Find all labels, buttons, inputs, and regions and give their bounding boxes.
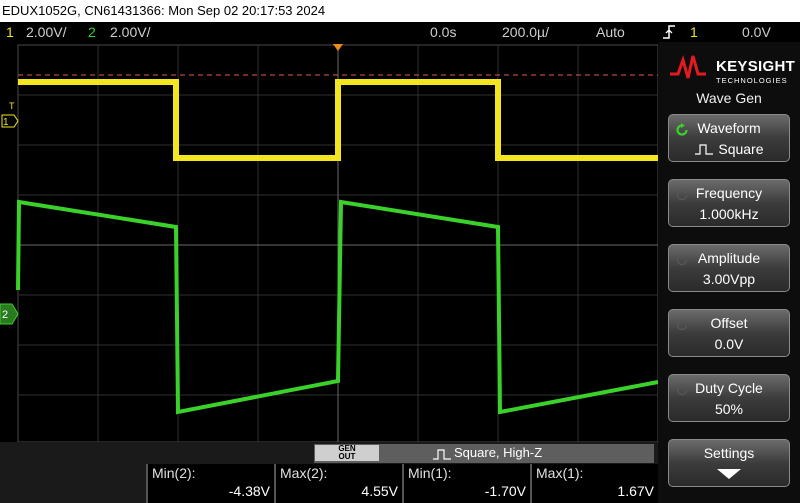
softkey-duty-cycle[interactable]: Duty Cycle 50% [668, 374, 790, 422]
softkey-label: Duty Cycle [695, 380, 763, 396]
softkey-label: Amplitude [697, 250, 761, 266]
down-arrow-icon [717, 469, 741, 479]
softkey-offset[interactable]: Offset 0.0V [668, 309, 790, 357]
softkey-value [669, 466, 789, 485]
square-wave-icon [695, 144, 714, 155]
ch2-scale[interactable]: 2.00V/ [110, 22, 150, 42]
softkey-value: 50% [714, 401, 744, 417]
measurement-label: Max(2): [280, 465, 328, 481]
gen-out-badge[interactable]: GEN OUT [315, 445, 379, 461]
time-offset[interactable]: 0.0s [430, 22, 456, 42]
softkey-label: Frequency [695, 185, 763, 201]
wavegen-status-bar: GEN OUT Square, High-Z [314, 444, 654, 463]
brand-name: KEYSIGHT [716, 58, 796, 75]
softkey-value: 0.0V [714, 336, 744, 352]
trigger-source[interactable]: 1 [690, 22, 698, 42]
measurement-max-ch2[interactable]: Max(2): 4.55V [274, 464, 402, 503]
svg-text:1: 1 [3, 117, 9, 128]
svg-text:2: 2 [2, 309, 8, 321]
trigger-level[interactable]: 0.0V [742, 22, 771, 42]
wavegen-summary: Square, High-Z [454, 445, 543, 460]
measurement-value: 1.67V [617, 483, 654, 499]
trigger-position-marker [333, 44, 343, 51]
ch2-number[interactable]: 2 [88, 22, 96, 42]
brand-sub: TECHNOLOGIES [716, 76, 788, 85]
softkey-amplitude[interactable]: Amplitude 3.00Vpp [668, 244, 790, 292]
measurement-max-ch1[interactable]: Max(1): 1.67V [530, 464, 658, 503]
time-scale[interactable]: 200.0µ/ [502, 22, 549, 42]
softkey-frequency[interactable]: Frequency 1.000kHz [668, 179, 790, 227]
trigger-mode[interactable]: Auto [596, 22, 625, 42]
keysight-wave-icon [670, 55, 706, 79]
ch1-scale[interactable]: 2.00V/ [26, 22, 66, 42]
rising-edge-icon [662, 24, 676, 40]
measurement-label: Max(1): [536, 465, 584, 481]
softkey-waveform[interactable]: Waveform Square [668, 114, 790, 162]
trigger-marker-left: T 1 [1, 101, 19, 128]
ch1-trace [18, 79, 658, 161]
svg-text:T: T [9, 101, 15, 111]
measurement-label: Min(2): [152, 465, 196, 481]
softkey-value: 3.00Vpp [702, 271, 756, 287]
measurement-value: -1.70V [484, 483, 526, 499]
measurement-min-ch1[interactable]: Min(1): -1.70V [402, 464, 530, 503]
softkey-settings[interactable]: Settings [668, 439, 790, 487]
status-bar: 1 2.00V/ 2 2.00V/ 0.0s 200.0µ/ Auto 1 0.… [0, 22, 800, 42]
waveform-display[interactable]: T 1 2 [0, 42, 660, 442]
measurement-min-ch2[interactable]: Min(2): -4.38V [146, 464, 274, 503]
softkey-label: Settings [703, 445, 755, 461]
measurement-value: -4.38V [228, 483, 270, 499]
softkey-panel: KEYSIGHT TECHNOLOGIES Wave Gen Waveform … [658, 42, 800, 503]
softkey-value: 1.000kHz [699, 206, 759, 222]
softkey-value: Square [669, 141, 789, 157]
title-bar: EDUX1052G, CN61431366: Mon Sep 02 20:17:… [0, 0, 800, 22]
softkey-label: Waveform [697, 120, 761, 136]
softkey-label: Offset [710, 315, 748, 331]
panel-title: Wave Gen [696, 90, 762, 106]
measurement-label: Min(1): [408, 465, 452, 481]
ch1-number[interactable]: 1 [6, 22, 14, 42]
ch2-ground-marker[interactable]: 2 [0, 303, 19, 325]
measurement-value: 4.55V [361, 483, 398, 499]
keysight-logo: KEYSIGHT TECHNOLOGIES [668, 52, 798, 85]
square-wave-icon [433, 449, 451, 460]
